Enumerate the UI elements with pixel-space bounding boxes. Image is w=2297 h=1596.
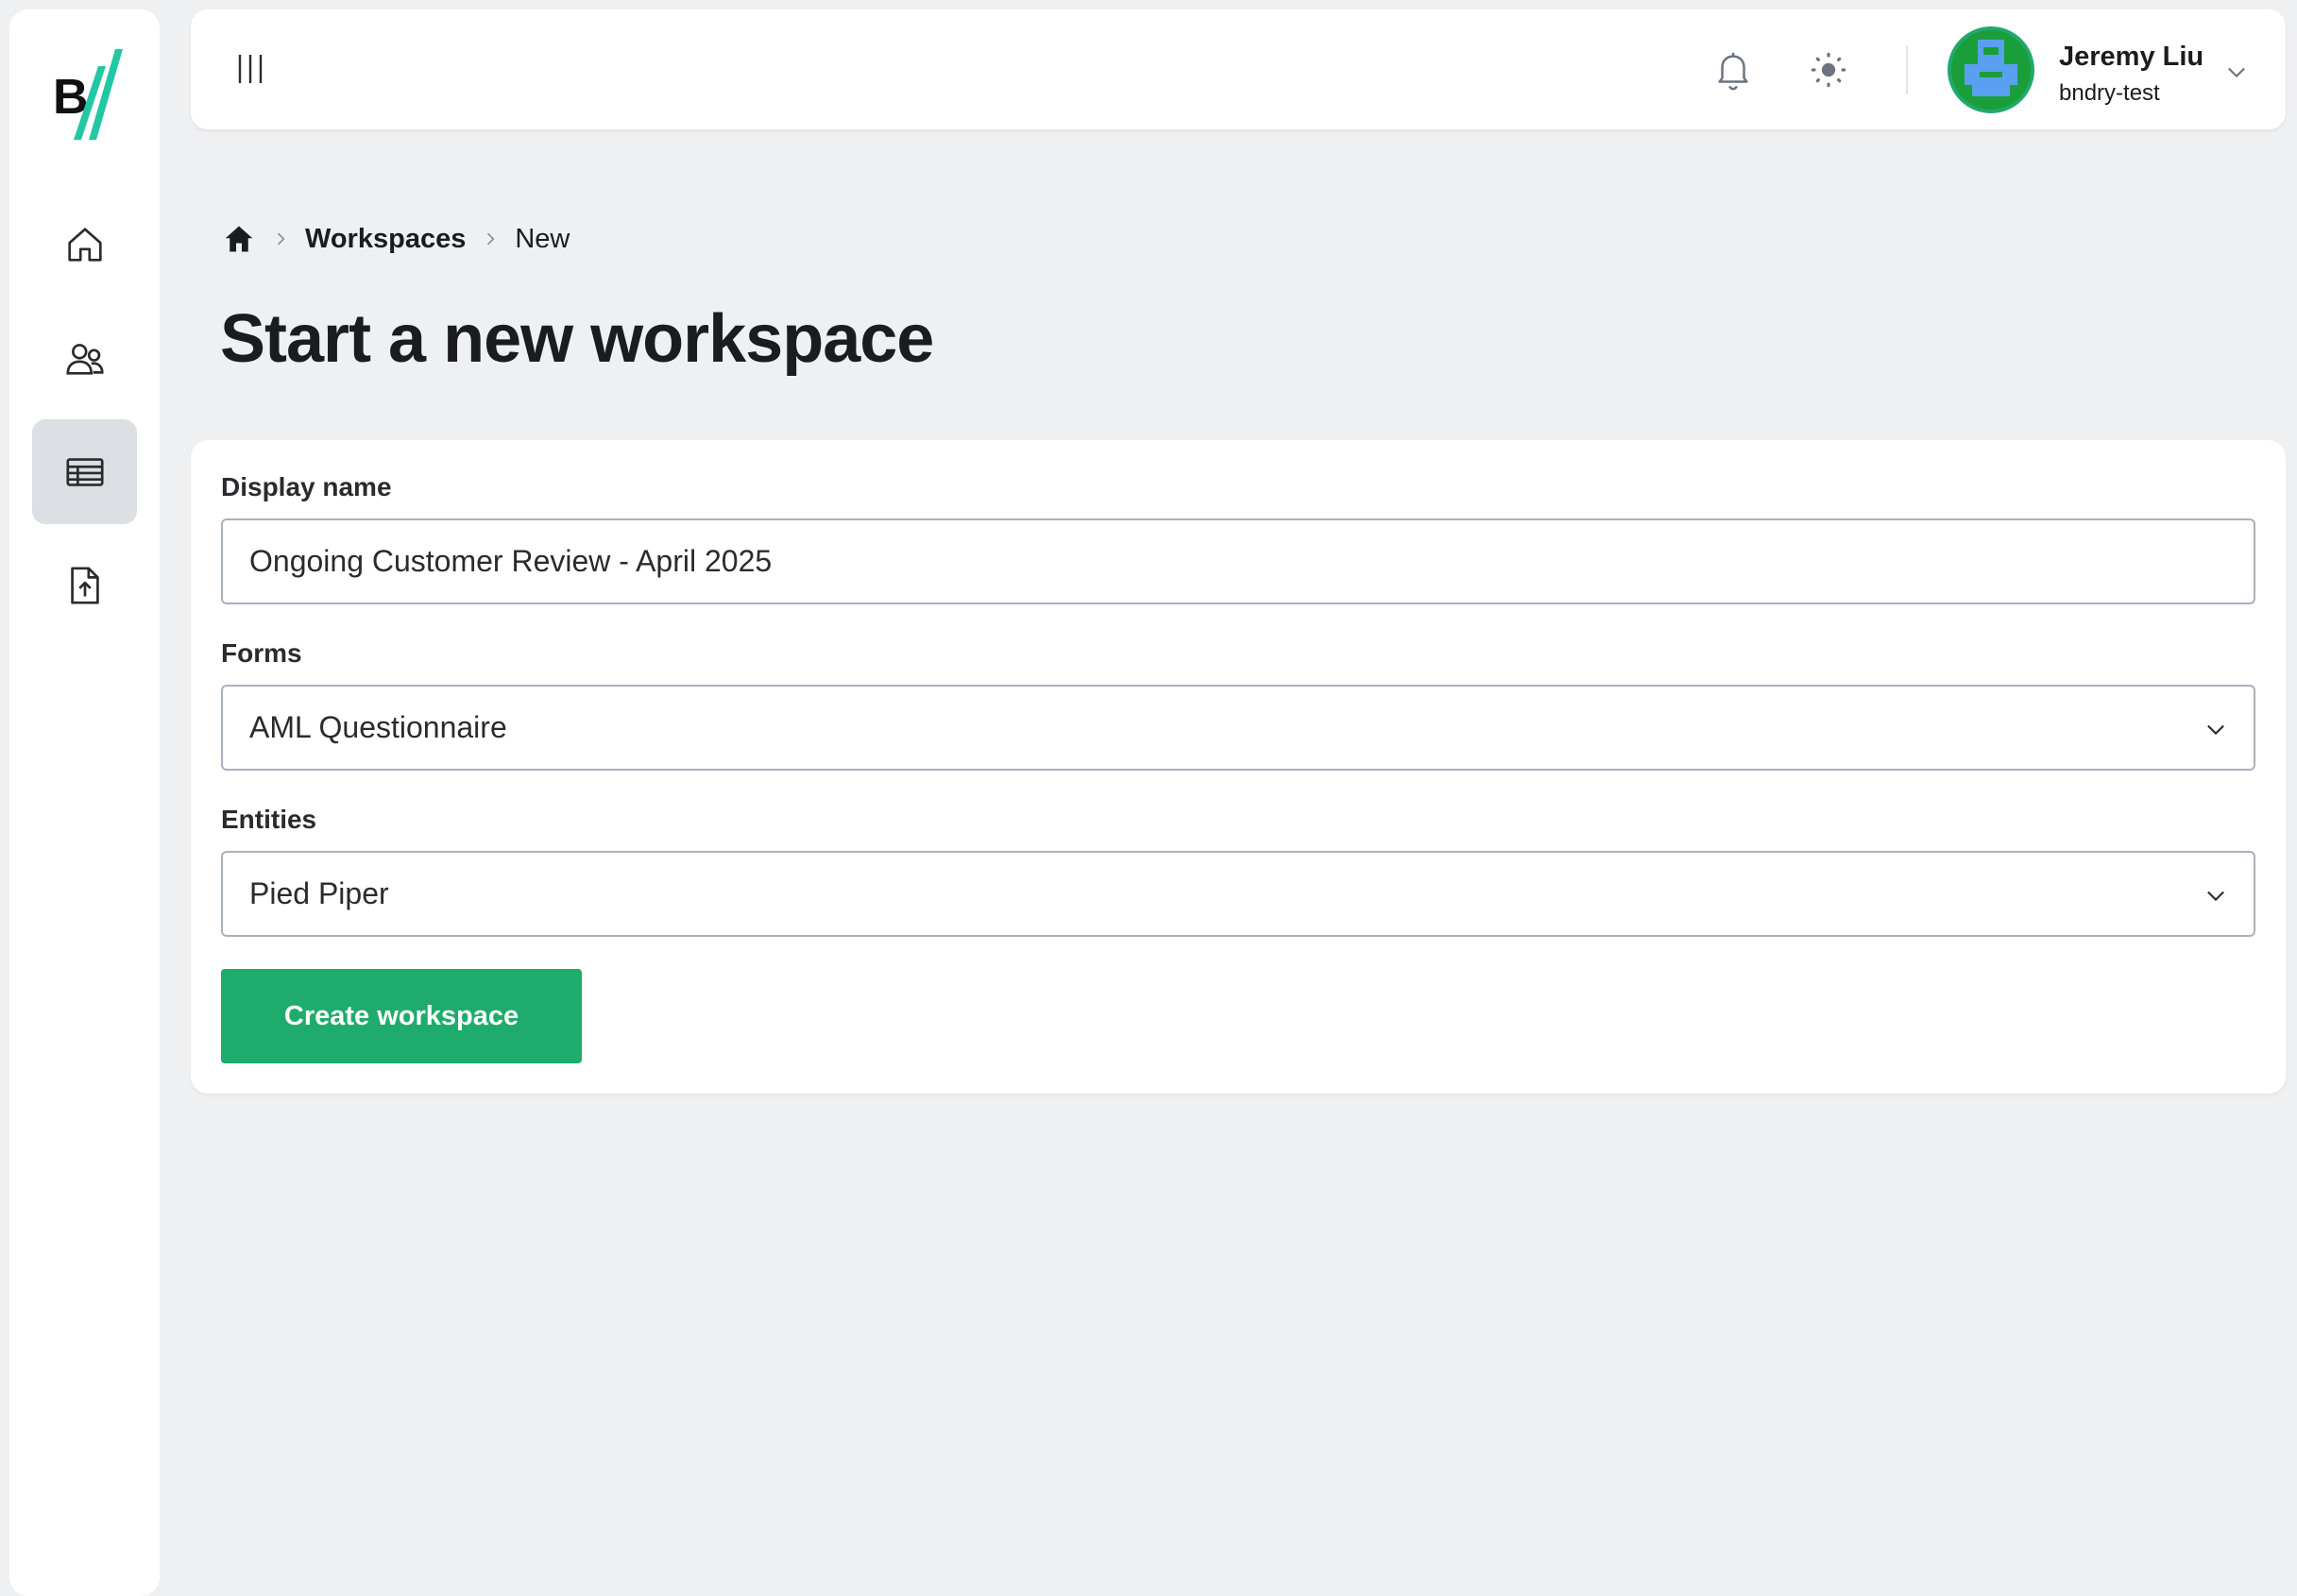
user-name[interactable]: Jeremy Liu [2059,42,2203,73]
entities-select[interactable]: Pied Piper [221,851,2255,937]
sidebar-item-workspaces[interactable] [32,419,137,524]
display-name-input[interactable] [249,520,2254,603]
sidebar-item-users[interactable] [32,306,137,411]
sidebar-item-upload[interactable] [32,533,137,637]
forms-label: Forms [221,638,302,668]
sun-icon [1811,52,1846,88]
page-title: Start a new workspace [220,301,934,377]
users-icon [65,343,104,375]
chevron-down-icon [2207,891,2224,902]
forms-selected-value: AML Questionnaire [249,710,507,744]
menu-toggle-button[interactable] [229,47,272,91]
theme-toggle-button[interactable] [1811,52,1846,88]
forms-select[interactable]: AML Questionnaire [221,685,2255,771]
avatar-identicon [1951,30,2031,110]
sidebar: B [9,9,160,1596]
entities-selected-value: Pied Piper [249,876,389,910]
file-upload-icon [70,566,99,604]
chevron-right-icon [487,232,495,246]
chevron-down-icon [2228,67,2245,78]
sidebar-item-home[interactable] [32,192,137,297]
create-workspace-button[interactable]: Create workspace [221,969,582,1063]
table-icon [65,457,104,486]
breadcrumb-current: New [515,223,570,254]
brand-logo[interactable]: B [49,38,138,142]
bell-icon [1718,52,1748,91]
breadcrumb-workspaces-link[interactable]: Workspaces [305,224,466,255]
topbar-divider [1906,45,1908,94]
entities-label: Entities [221,805,317,834]
avatar[interactable] [1948,26,2034,113]
display-name-label: Display name [221,472,392,501]
display-name-field[interactable] [221,518,2255,604]
home-icon [67,227,102,262]
chevron-down-icon [2207,724,2224,736]
top-bar: Jeremy Liu bndry-test [191,9,2286,129]
breadcrumb: Workspaces New [222,220,570,258]
chevron-right-icon [277,232,285,246]
user-org: bndry-test [2059,80,2160,106]
notifications-button[interactable] [1711,47,1755,94]
menu-icon [238,55,263,83]
user-menu-toggle[interactable] [2223,59,2250,85]
workspace-form-card: Display name Forms AML Questionnaire Ent… [191,440,2286,1094]
breadcrumb-home-icon[interactable] [222,222,256,256]
